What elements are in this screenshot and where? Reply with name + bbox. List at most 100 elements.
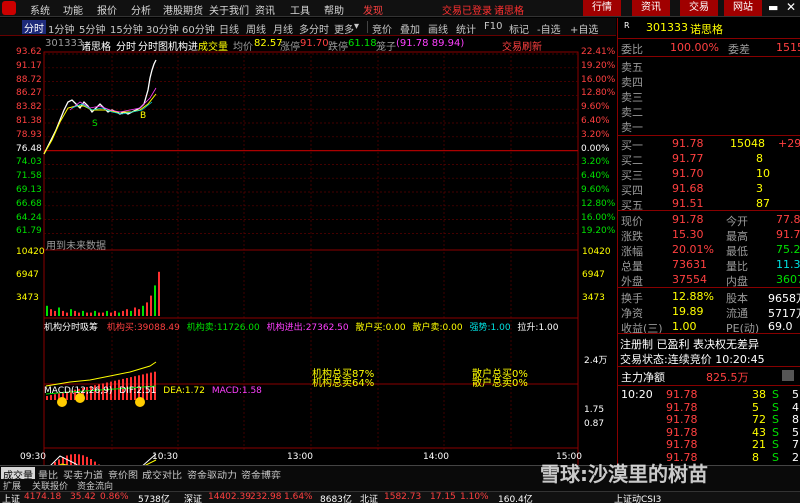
retail-sell-label: 散户卖:: [412, 323, 443, 333]
status-sz-chg: 232.98: [250, 492, 282, 502]
stat-row: 换手 12.88% 股本 9658万: [618, 290, 800, 305]
ask-row[interactable]: 卖四: [618, 74, 800, 89]
panel-code-prefix: R: [624, 21, 630, 30]
net-flow-toggle-icon[interactable]: [782, 370, 794, 381]
btn-remove-watchlist[interactable]: -自选: [537, 21, 561, 36]
btn-mark[interactable]: 标记: [509, 21, 529, 36]
stat-value: 91.78: [672, 213, 704, 226]
tab-1min[interactable]: 1分钟: [48, 21, 74, 36]
btn-overlay[interactable]: 叠加: [400, 21, 420, 36]
register-row: 注册制 已盈利 表决权无差异: [618, 336, 800, 351]
ask-label: 卖四: [621, 76, 643, 89]
period-toolbar: 分时 1分钟 5分钟 15分钟 30分钟 60分钟 日线 周线 月线 多分时 更…: [0, 18, 616, 36]
stat-value: 9658万: [768, 292, 800, 305]
volume-bar: [46, 305, 48, 316]
top-tab-trade[interactable]: 交易: [680, 0, 718, 16]
top-tab-website[interactable]: 网站: [724, 0, 762, 16]
btn-add-watchlist[interactable]: +自选: [570, 21, 598, 36]
macd-axis-high: 1.75: [584, 405, 605, 415]
menu-tools[interactable]: 工具: [290, 2, 310, 17]
price-tick-right: 12.80%: [581, 198, 616, 209]
price-tick-left: 93.62: [16, 47, 42, 57]
menu-system[interactable]: 系统: [30, 2, 50, 17]
tab-intraday[interactable]: 分时: [22, 20, 46, 35]
btn-statistics[interactable]: 统计: [456, 21, 476, 36]
tick-price: 91.78: [666, 388, 698, 401]
close-icon[interactable]: ✕: [786, 0, 796, 14]
btn-f10[interactable]: F10: [484, 21, 502, 32]
ask-row[interactable]: 卖三: [618, 89, 800, 104]
bid-row[interactable]: 买四 91.68 3: [618, 182, 800, 197]
stat-label: 换手: [621, 292, 643, 305]
volume-tick-right: 3473: [582, 293, 605, 303]
bid-label: 买四: [621, 184, 643, 197]
tab-60min[interactable]: 60分钟: [182, 21, 215, 36]
macd-label: MACD:: [211, 386, 242, 396]
trade-status: 交易状态:连续竞价 10:20:45: [620, 353, 765, 366]
ask-row[interactable]: 卖二: [618, 104, 800, 119]
volume-bar: [122, 310, 124, 316]
btn-draw[interactable]: 画线: [428, 21, 448, 36]
retail-sell-value: 0.00: [442, 323, 463, 333]
status-bj-label[interactable]: 北证: [360, 492, 378, 503]
volume-bar: [110, 312, 112, 316]
menu-hk-futures[interactable]: 港股期货: [163, 2, 203, 17]
status-sz-label[interactable]: 深证: [184, 492, 202, 503]
time-label-1400: 14:00: [423, 452, 449, 462]
menu-quote[interactable]: 报价: [97, 2, 117, 17]
price-tick-right: 19.20%: [581, 60, 616, 71]
ask-row[interactable]: 卖五: [618, 59, 800, 74]
tick-price: 91.78: [666, 400, 698, 414]
indicator-institution-header: 机构分时吸筹 机构买:39088.49 机构卖:11726.00 机构进出:27…: [44, 320, 614, 333]
tab-multi-intraday[interactable]: 多分时: [299, 21, 329, 36]
menu-about[interactable]: 关于我们: [209, 2, 249, 17]
menu-analysis[interactable]: 分析: [131, 2, 151, 17]
menu-discover[interactable]: 发现: [363, 2, 383, 17]
volume-bar: [102, 312, 104, 316]
tab-30min[interactable]: 30分钟: [146, 21, 179, 36]
stat-row: 现价 91.78 今开 77.85: [618, 213, 800, 228]
btn-auction[interactable]: 竞价: [372, 21, 392, 36]
tick-volume: 21: [752, 438, 766, 451]
tick-row: 91.78 72 S 8: [618, 413, 800, 426]
price-tick-left: 91.17: [16, 60, 42, 71]
more-chevron-icon[interactable]: ▾: [354, 21, 359, 32]
tab-more[interactable]: 更多: [334, 21, 354, 36]
menu-function[interactable]: 功能: [63, 2, 83, 17]
bid-row[interactable]: 买五 91.51 87: [618, 197, 800, 212]
stat-row: 涨跌 15.30 最高 91.78: [618, 228, 800, 243]
price-tick-left: 88.72: [16, 74, 42, 85]
tab-15min[interactable]: 15分钟: [110, 21, 143, 36]
volume-bar: [90, 312, 92, 316]
minimize-icon[interactable]: ▬: [768, 1, 778, 14]
tab-monthly[interactable]: 月线: [273, 21, 293, 36]
volume-tick-left: 10420: [16, 247, 45, 257]
menu-news[interactable]: 资讯: [255, 2, 275, 17]
top-tab-news[interactable]: 资讯: [632, 0, 670, 16]
price-tick-right: 6.40%: [581, 171, 610, 182]
tick-direction: S: [772, 450, 779, 464]
legend-retail-sell: 散户总卖0%: [472, 378, 528, 389]
macd-axis-low: 0.87: [584, 419, 605, 429]
menu-help[interactable]: 帮助: [324, 2, 344, 17]
inst-buy-label: 机构买:: [106, 323, 137, 333]
bid-price: 91.78: [672, 137, 704, 150]
status-sh-value: 4174.18: [24, 492, 62, 502]
panel-code: 301333: [646, 21, 688, 34]
register-info: 注册制 已盈利 表决权无差异: [620, 338, 759, 351]
dif-label: DIF:: [119, 386, 137, 396]
ask-row[interactable]: 卖一: [618, 119, 800, 134]
intraday-chart[interactable]: SB: [0, 50, 616, 465]
status-sh-label[interactable]: 上证: [2, 492, 20, 503]
tick-count: 7: [792, 438, 799, 451]
bid-row[interactable]: 买三 91.70 10: [618, 167, 800, 182]
tab-weekly[interactable]: 周线: [246, 21, 266, 36]
bid-row[interactable]: 买二 91.77 8: [618, 152, 800, 167]
stat-label: 净资: [621, 307, 643, 320]
tab-5min[interactable]: 5分钟: [79, 21, 105, 36]
bid-row[interactable]: 买一 91.78 15048 +29: [618, 137, 800, 152]
bid-volume: 87: [756, 197, 770, 210]
top-tab-market[interactable]: 行情: [583, 0, 621, 16]
tab-daily[interactable]: 日线: [219, 21, 239, 36]
macd-bar: [82, 455, 84, 465]
